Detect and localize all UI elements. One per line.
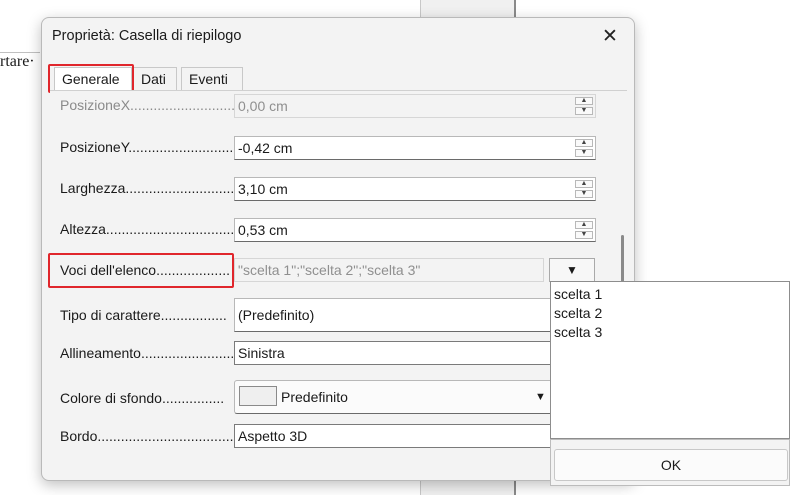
posizione-x-label: PosizioneX..............................: [60, 97, 247, 113]
allineamento-label: Allineamento.........................: [60, 345, 239, 361]
allineamento-select[interactable]: Sinistra: [234, 341, 554, 365]
posizione-x-spinner: ▲ ▼: [575, 97, 593, 115]
posizione-x-field: 0,00 cm ▲ ▼: [234, 94, 596, 118]
bordo-label: Bordo...................................…: [60, 428, 253, 444]
list-popup-footer: OK: [550, 439, 790, 486]
tipo-carattere-label: Tipo di carattere.................: [60, 307, 227, 323]
list-item[interactable]: scelta 3: [554, 324, 602, 340]
highlight-tab-generale: [48, 64, 134, 93]
list-item[interactable]: scelta 2: [554, 305, 602, 321]
scrollbar-thumb[interactable]: [621, 235, 624, 283]
tab-eventi[interactable]: Eventi: [181, 67, 243, 90]
larghezza-spinner[interactable]: ▲ ▼: [575, 180, 593, 198]
altezza-field[interactable]: 0,53 cm ▲ ▼: [234, 218, 596, 242]
chevron-down-icon: ▼: [566, 263, 578, 277]
spin-down-icon[interactable]: ▼: [575, 149, 593, 157]
larghezza-label: Larghezza..............................: [60, 180, 243, 196]
altezza-spinner[interactable]: ▲ ▼: [575, 221, 593, 239]
bordo-select[interactable]: Aspetto 3D: [234, 424, 554, 448]
spin-up-icon: ▲: [575, 97, 593, 105]
altezza-label: Altezza.................................…: [60, 221, 239, 237]
spin-up-icon[interactable]: ▲: [575, 221, 593, 229]
spin-down-icon[interactable]: ▼: [575, 231, 593, 239]
color-swatch: [239, 386, 277, 406]
spin-up-icon[interactable]: ▲: [575, 139, 593, 147]
larghezza-field[interactable]: 3,10 cm ▲ ▼: [234, 177, 596, 201]
colore-sfondo-label: Colore di sfondo................: [60, 390, 225, 406]
spin-up-icon[interactable]: ▲: [575, 180, 593, 188]
spin-down-icon[interactable]: ▼: [575, 190, 593, 198]
highlight-voci-elenco: [48, 253, 234, 288]
chevron-down-icon: ▼: [535, 391, 546, 403]
list-popup: scelta 1 scelta 2 scelta 3: [550, 281, 790, 439]
posizione-y-field[interactable]: -0,42 cm ▲ ▼: [234, 136, 596, 160]
posizione-y-spinner[interactable]: ▲ ▼: [575, 139, 593, 157]
voci-elenco-dropdown-button[interactable]: ▼: [549, 258, 595, 282]
spin-down-icon: ▼: [575, 107, 593, 115]
posizione-y-label: PosizioneY..............................: [60, 139, 245, 155]
properties-dialog: Proprietà: Casella di riepilogo ✕ Genera…: [41, 17, 635, 481]
dialog-title: Proprietà: Casella di riepilogo: [52, 28, 242, 44]
document-text: rtare·: [0, 53, 35, 70]
colore-sfondo-button[interactable]: Predefinito ▼: [234, 380, 554, 414]
close-icon[interactable]: ✕: [597, 24, 623, 50]
ok-button[interactable]: OK: [554, 449, 788, 481]
tab-dati[interactable]: Dati: [133, 67, 177, 90]
tipo-carattere-button[interactable]: (Predefinito): [234, 298, 554, 332]
list-item[interactable]: scelta 1: [554, 286, 602, 302]
voci-elenco-field[interactable]: "scelta 1";"scelta 2";"scelta 3": [234, 258, 544, 282]
